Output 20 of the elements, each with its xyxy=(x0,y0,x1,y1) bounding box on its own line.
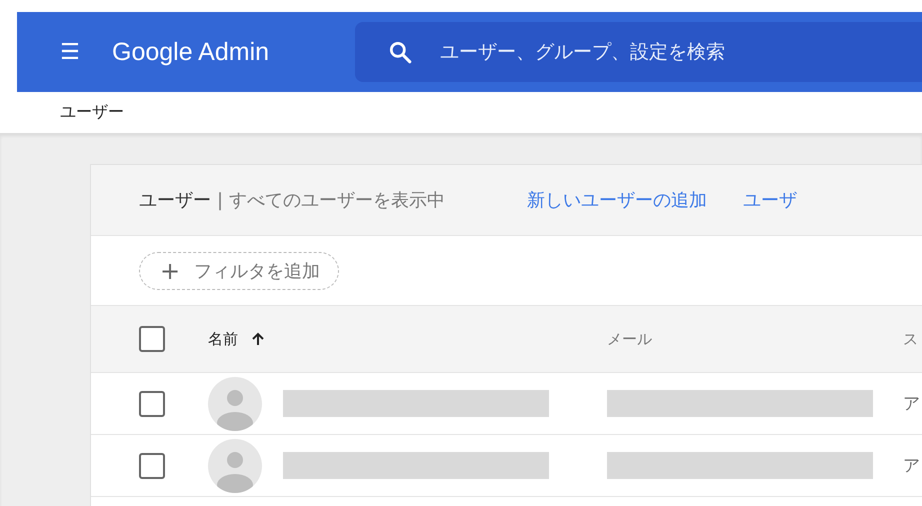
status-cell-text: ア xyxy=(903,455,921,477)
add-filter-button[interactable]: + フィルタを追加 xyxy=(139,252,340,290)
action-link[interactable]: ユーザ xyxy=(743,188,797,212)
card-subtitle: | すべてのユーザーを表示中 xyxy=(217,189,446,212)
checkbox[interactable] xyxy=(139,390,165,416)
column-header[interactable]: ス xyxy=(903,330,922,348)
checkbox[interactable] xyxy=(139,452,165,478)
card-title: ユーザー xyxy=(139,189,211,212)
checkbox[interactable] xyxy=(139,326,165,352)
action-link[interactable]: 新しいユーザーの追加 xyxy=(527,188,707,212)
column-header[interactable]: メール xyxy=(607,330,903,348)
avatar-icon xyxy=(208,438,262,492)
column-header[interactable]: 名前 xyxy=(208,330,238,348)
avatar-icon xyxy=(208,376,262,430)
breadcrumb[interactable]: ユーザー xyxy=(60,102,124,123)
logo: Google Admin xyxy=(112,38,270,66)
menu-button[interactable]: ☰ xyxy=(55,40,85,64)
search-field[interactable]: ユーザー、グループ、設定を検索 xyxy=(355,22,922,82)
sort-arrow-icon[interactable] xyxy=(250,331,266,347)
status-cell-text: ア xyxy=(903,393,921,415)
